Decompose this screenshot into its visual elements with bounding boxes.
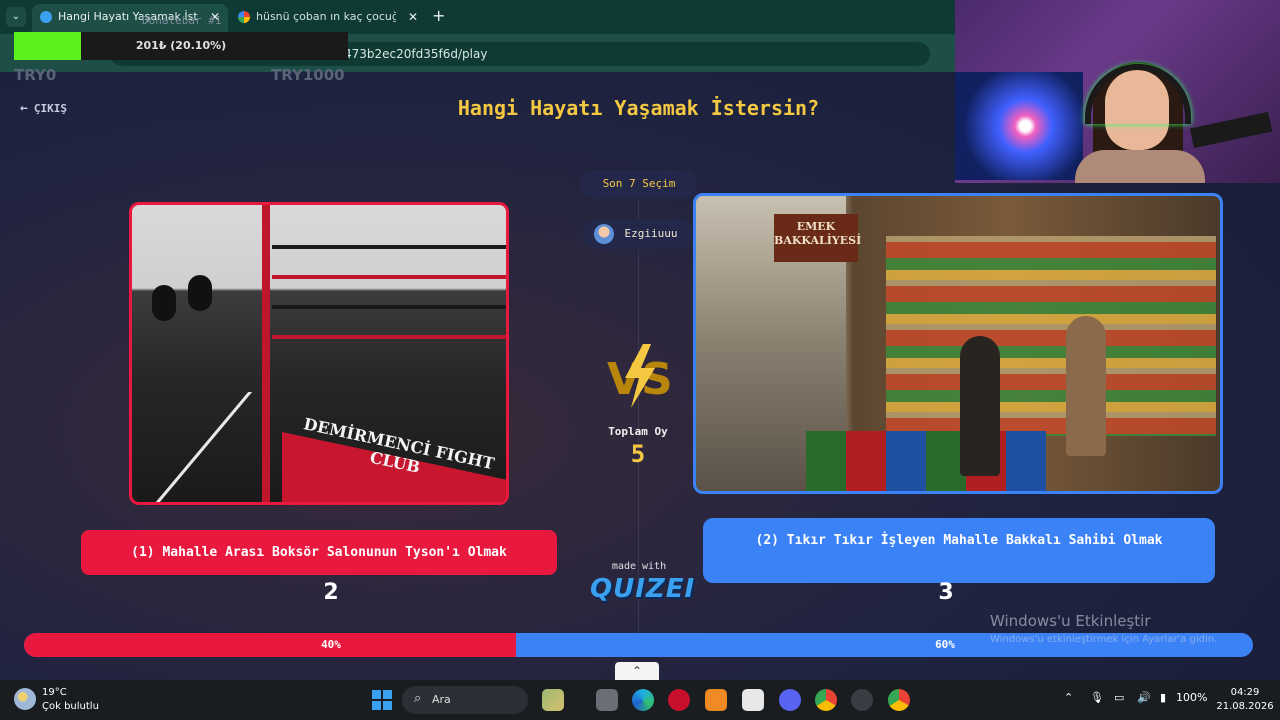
widgets-icon[interactable] bbox=[542, 689, 564, 711]
quizei-logo[interactable]: QUIZEI bbox=[590, 574, 694, 604]
collapse-button[interactable]: ⌃ bbox=[615, 662, 659, 680]
windows-activation-title: Windows'u Etkinleştir bbox=[990, 612, 1151, 630]
ring-rope bbox=[272, 305, 506, 309]
option-right-percent: 60% bbox=[935, 638, 955, 651]
results-bar-left-fill bbox=[24, 633, 516, 657]
clock-time: 04:29 bbox=[1230, 687, 1260, 698]
weather-cloud-icon[interactable] bbox=[14, 688, 36, 710]
quizei-favicon-icon bbox=[40, 11, 52, 23]
produce-crates bbox=[806, 431, 1046, 491]
ring-rope bbox=[272, 245, 506, 249]
edge-icon[interactable] bbox=[632, 689, 654, 711]
ring-post bbox=[262, 205, 270, 502]
option-left-percent: 40% bbox=[321, 638, 341, 651]
user-name: Ezgiiuuu bbox=[624, 227, 678, 240]
taskbar: 19°C Çok bulutlu ⌕ Ara ⌃ 🎙 ▭ 🔊 ▮ 100% 04… bbox=[0, 680, 1280, 720]
windows-start-icon[interactable] bbox=[372, 690, 392, 710]
battery-percent: 100% bbox=[1176, 691, 1208, 704]
network-icon[interactable]: ▭ bbox=[1114, 691, 1124, 704]
punching-bag bbox=[188, 275, 212, 311]
donatebar-title: Donatebar #1 bbox=[142, 14, 222, 27]
chrome-icon[interactable] bbox=[815, 689, 837, 711]
taskbar-search-placeholder: Ara bbox=[432, 693, 451, 706]
option-right-button[interactable]: (2) Tıkır Tıkır İşleyen Mahalle Bakkalı … bbox=[703, 518, 1215, 583]
streamer-body bbox=[1075, 150, 1205, 183]
donate-progress-text: 201₺ (20.10%) bbox=[135, 39, 227, 52]
background-monitor bbox=[955, 72, 1083, 180]
close-tab-icon[interactable]: ✕ bbox=[408, 4, 418, 30]
screen: ⌄ Hangi Hayatı Yaşamak İstersin? ✕ hüsnü… bbox=[0, 0, 1280, 720]
taskbar-search[interactable]: ⌕ Ara bbox=[402, 686, 528, 714]
tray-chevron-up-icon[interactable]: ⌃ bbox=[1064, 691, 1073, 704]
clock[interactable]: 04:29 21.08.2026 bbox=[1216, 686, 1274, 714]
total-votes-label: Toplam Oy bbox=[608, 425, 668, 438]
network-app-icon[interactable] bbox=[742, 689, 764, 711]
search-icon: ⌕ bbox=[414, 691, 422, 706]
floor-line bbox=[155, 392, 253, 502]
grocery-shelves bbox=[886, 236, 1216, 436]
windows-activation-subtitle: Windows'u etkinleştirmek için Ayarlar'a … bbox=[990, 634, 1218, 645]
clock-date: 21.08.2026 bbox=[1216, 701, 1274, 712]
total-votes-value: 5 bbox=[630, 440, 646, 468]
shop-sign: EMEK BAKKALİYESİ bbox=[774, 214, 861, 262]
user-pill: Ezgiiuuu bbox=[583, 219, 693, 249]
last-choices-pill[interactable]: Son 7 Seçim bbox=[581, 170, 697, 198]
app-red-icon[interactable] bbox=[668, 689, 690, 711]
shopkeeper-figure bbox=[1066, 316, 1106, 456]
warning-app-icon[interactable] bbox=[705, 689, 727, 711]
webcam-overlay bbox=[955, 0, 1280, 183]
tab-search-icon[interactable]: ⌄ bbox=[6, 7, 26, 27]
volume-icon[interactable]: 🔊 bbox=[1137, 691, 1151, 704]
versus-icon: VS bbox=[607, 344, 673, 408]
donate-max-label: TRY1000 bbox=[271, 66, 345, 84]
google-favicon-icon bbox=[238, 11, 250, 23]
chrome-profile-icon[interactable] bbox=[888, 689, 910, 711]
avatar bbox=[594, 224, 614, 244]
obs-icon[interactable] bbox=[851, 689, 873, 711]
headset-icon bbox=[1085, 64, 1191, 124]
made-with-label: made with bbox=[611, 561, 667, 572]
new-tab-icon[interactable]: + bbox=[432, 6, 445, 25]
option-right-image[interactable]: EMEK BAKKALİYESİ bbox=[693, 193, 1223, 494]
option-left-image[interactable]: DEMİRMENCİ FIGHT CLUB bbox=[129, 202, 509, 505]
tab-inactive[interactable]: hüsnü çoban ın kaç çocuğu var ✕ bbox=[230, 4, 426, 34]
microphone-arm bbox=[1189, 111, 1273, 149]
tab-label: hüsnü çoban ın kaç çocuğu var bbox=[256, 10, 396, 23]
option-left-votes: 2 bbox=[323, 580, 339, 605]
donate-min-label: TRY0 bbox=[14, 66, 57, 84]
weather-temperature: 19°C bbox=[42, 687, 67, 698]
option-right-votes: 3 bbox=[938, 580, 954, 605]
ring-rope bbox=[272, 335, 506, 339]
battery-icon[interactable]: ▮ bbox=[1160, 691, 1166, 704]
quizei-logo-text: QUIZEI bbox=[590, 574, 696, 604]
donate-progress-bar: 201₺ (20.10%) bbox=[14, 32, 348, 60]
task-view-icon[interactable] bbox=[596, 689, 618, 711]
weather-condition: Çok bulutlu bbox=[42, 701, 99, 712]
customer-figure bbox=[960, 336, 1000, 476]
chevron-up-icon: ⌃ bbox=[631, 664, 643, 678]
discord-icon[interactable] bbox=[779, 689, 801, 711]
microphone-icon[interactable]: 🎙 bbox=[1090, 691, 1104, 704]
ring-rope bbox=[272, 275, 506, 279]
option-left-button[interactable]: (1) Mahalle Arası Boksör Salonunun Tyson… bbox=[81, 530, 557, 575]
punching-bag bbox=[152, 285, 176, 321]
